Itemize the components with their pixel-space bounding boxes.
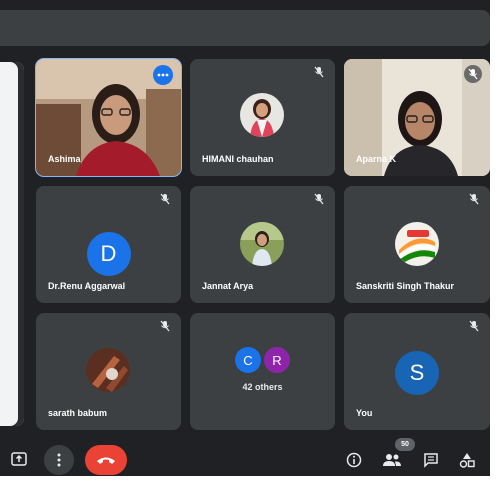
- more-options-button[interactable]: [44, 445, 74, 475]
- activities-icon: [459, 453, 475, 468]
- present-button[interactable]: [6, 446, 32, 472]
- more-options-icon: [57, 453, 61, 467]
- participant-name: HIMANI chauhan: [202, 154, 274, 164]
- participant-avatar: [240, 222, 284, 266]
- chat-button[interactable]: [420, 449, 442, 471]
- end-call-button[interactable]: [85, 445, 127, 475]
- mic-off-icon: [158, 192, 172, 206]
- participant-name: You: [356, 408, 373, 418]
- avatar-initial: C: [243, 352, 253, 368]
- mic-off-icon: [312, 192, 326, 206]
- more-options-icon: [157, 73, 169, 77]
- others-count-label: 42 others: [242, 382, 283, 392]
- meeting-details-button[interactable]: [343, 449, 365, 471]
- participant-tile-renu[interactable]: D Dr.Renu Aggarwal: [36, 186, 181, 303]
- participant-tile-himani[interactable]: HIMANI chauhan: [190, 59, 335, 176]
- avatar-initial: D: [100, 241, 117, 266]
- people-button[interactable]: [380, 449, 404, 471]
- other-participant-avatar: R: [264, 347, 290, 373]
- screenshot-margin-right: [490, 0, 503, 490]
- chat-icon: [424, 453, 438, 468]
- participant-name: Aparna K: [356, 154, 397, 164]
- mic-off-icon: [467, 192, 481, 206]
- participant-name: sarath babum: [48, 408, 108, 418]
- participant-name: Sanskriti Singh Thakur: [356, 281, 455, 291]
- participant-avatar: [395, 222, 439, 266]
- info-icon: [346, 452, 362, 468]
- people-icon: [383, 454, 401, 466]
- participant-name: Jannat Arya: [202, 281, 254, 291]
- participant-tile-ashima[interactable]: Ashima: [35, 58, 182, 177]
- screenshot-margin-bottom: [0, 476, 503, 490]
- avatar-initial: R: [272, 352, 282, 368]
- others-tile[interactable]: C R 42 others: [190, 313, 335, 430]
- other-participant-avatar: C: [235, 347, 261, 373]
- participant-name: Ashima: [48, 154, 81, 164]
- participant-avatar: [240, 93, 284, 137]
- avatar-initial: S: [409, 360, 425, 385]
- participant-tile-sanskriti[interactable]: Sanskriti Singh Thakur: [344, 186, 490, 303]
- meet-call-window: Ashima HIMANI chauhan Aparna K D Dr.Renu…: [0, 0, 503, 490]
- participant-avatar: S: [395, 351, 439, 395]
- participant-tile-sarath[interactable]: sarath babum: [36, 313, 181, 430]
- mic-off-icon: [158, 319, 172, 333]
- present-icon: [11, 452, 27, 466]
- participant-tile-aparna[interactable]: Aparna K: [344, 59, 490, 176]
- mic-off-icon: [467, 319, 481, 333]
- mic-off-icon: [312, 65, 326, 79]
- end-call-icon: [97, 457, 115, 464]
- participant-name: Dr.Renu Aggarwal: [48, 281, 126, 291]
- participant-more-options-button[interactable]: [153, 65, 173, 85]
- participant-avatar: [86, 348, 130, 392]
- participant-tile-jannat[interactable]: Jannat Arya: [190, 186, 335, 303]
- shared-screen-panel[interactable]: [0, 62, 24, 426]
- activities-button[interactable]: [456, 449, 478, 471]
- mic-off-icon: [464, 65, 482, 83]
- participant-avatar: D: [86, 232, 131, 276]
- participant-tile-you[interactable]: S You: [344, 313, 490, 430]
- top-bar: [0, 10, 490, 46]
